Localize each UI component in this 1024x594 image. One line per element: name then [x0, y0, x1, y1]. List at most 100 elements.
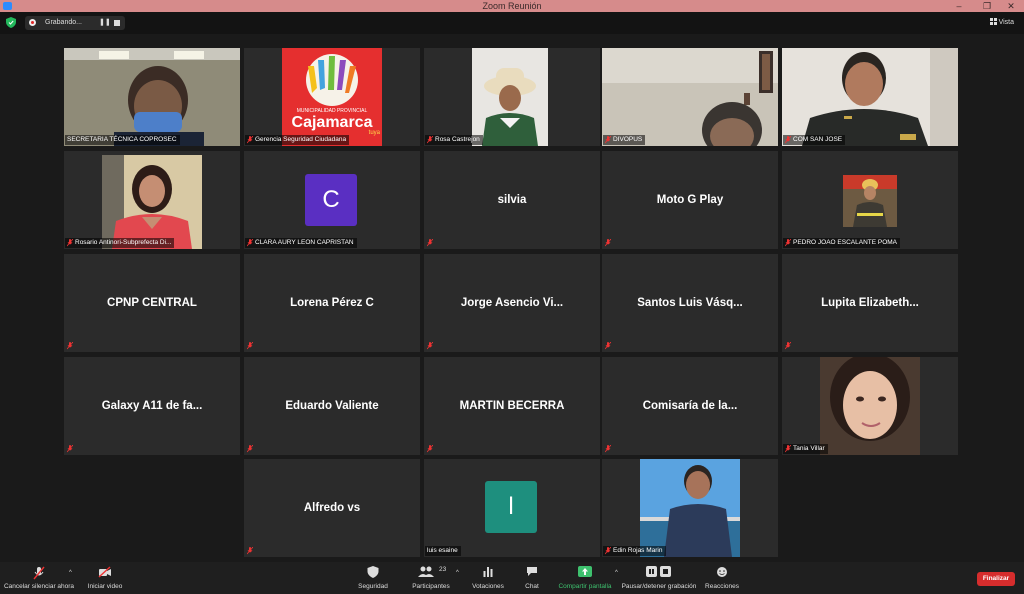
- participant-tile-cpnp[interactable]: CPNP CENTRAL: [64, 254, 240, 352]
- muted-mic-icon: [605, 445, 611, 453]
- participant-display-name: Santos Luis Vásq...: [637, 297, 743, 309]
- start-video-button[interactable]: Iniciar video: [84, 562, 126, 594]
- participant-tile-martin[interactable]: MARTIN BECERRA: [424, 357, 600, 455]
- participant-name-label: CLARA AURY LEON CAPRISTAN: [245, 238, 357, 248]
- participant-tile-edin[interactable]: Edin Rojas Marin: [602, 459, 778, 557]
- participant-name-label: SECRETARIA TÉCNICA COPROSEC: [65, 135, 180, 145]
- muted-mic-icon: [605, 239, 611, 247]
- pause-stop-recording-button[interactable]: Pausar/detener grabación: [620, 562, 698, 594]
- participant-name: Edin Rojas Marin: [613, 547, 663, 554]
- participant-tile-clara[interactable]: C CLARA AURY LEON CAPRISTAN: [244, 151, 420, 249]
- muted-mic-icon: [67, 239, 73, 247]
- maximize-button[interactable]: ❐: [979, 0, 995, 12]
- participants-button[interactable]: 23 ^ Participantes: [406, 562, 459, 594]
- participant-tile-eduardo[interactable]: Eduardo Valiente: [244, 357, 420, 455]
- pause-stop-icon: [646, 566, 671, 577]
- pause-recording-icon[interactable]: ❚❚: [99, 16, 111, 30]
- view-button[interactable]: Vista: [989, 17, 1014, 29]
- reactions-button[interactable]: Reacciones: [704, 562, 740, 594]
- chat-icon: [527, 567, 537, 576]
- participant-name: SECRETARIA TÉCNICA COPROSEC: [67, 136, 177, 143]
- muted-microphone-icon: [33, 566, 45, 580]
- security-button[interactable]: Seguridad: [354, 562, 392, 594]
- minimize-button[interactable]: –: [951, 0, 967, 12]
- participant-tile-galaxy[interactable]: Galaxy A11 de fa...: [64, 357, 240, 455]
- audio-options-caret-icon[interactable]: ^: [69, 570, 72, 576]
- participant-tile-santos[interactable]: Santos Luis Vásq...: [602, 254, 778, 352]
- participant-video: [843, 175, 897, 227]
- participant-display-name: Comisaría de la...: [642, 400, 738, 412]
- encryption-shield-icon[interactable]: [6, 17, 16, 28]
- participant-name: Rosa Castrejon: [435, 136, 480, 143]
- polls-label: Votaciones: [472, 583, 504, 590]
- smiley-icon: [717, 567, 727, 577]
- unmute-label: Cancelar silenciar ahora: [3, 583, 75, 590]
- muted-mic-icon: [247, 445, 253, 453]
- security-label: Seguridad: [358, 583, 388, 590]
- participants-caret-icon[interactable]: ^: [456, 570, 459, 576]
- participant-tile-comisaria[interactable]: Comisaría de la...: [602, 357, 778, 455]
- participant-tile-lupita[interactable]: Lupita Elizabeth...: [782, 254, 958, 352]
- participant-tile-tania[interactable]: Tania Villar: [782, 357, 958, 455]
- participant-tile-comsanjose[interactable]: COM SAN JOSE: [782, 48, 958, 146]
- participant-display-name: Lorena Pérez C: [290, 297, 374, 309]
- participant-name-label: DIVOPUS: [603, 135, 646, 145]
- participant-name: Tania Villar: [793, 445, 825, 452]
- participant-tile-lorena[interactable]: Lorena Pérez C: [244, 254, 420, 352]
- participant-name-label: luis esaine: [425, 546, 461, 556]
- participant-video: [782, 48, 958, 146]
- participant-tile-rosa[interactable]: Rosa Castrejon: [424, 48, 600, 146]
- participant-name: DIVOPUS: [613, 136, 643, 143]
- muted-mic-icon: [427, 342, 433, 350]
- pause-stop-recording-label: Pausar/detener grabación: [621, 583, 697, 590]
- view-label: Vista: [998, 19, 1014, 26]
- participant-name-label: PEDRO JOAO ESCALANTE POMA: [783, 238, 901, 248]
- participant-name: PEDRO JOAO ESCALANTE POMA: [793, 239, 898, 246]
- participant-video: [640, 459, 740, 557]
- bar-chart-icon: [483, 567, 493, 577]
- polls-button[interactable]: Votaciones: [470, 562, 506, 594]
- participant-name-label: Tania Villar: [783, 444, 828, 454]
- muted-mic-icon: [785, 342, 791, 350]
- stop-recording-icon[interactable]: [114, 20, 120, 26]
- shield-icon: [367, 566, 379, 578]
- participant-video: [102, 155, 202, 249]
- municipality-logo: MUNICIPALIDAD PROVINCIAL Cajamarca tuya: [282, 48, 382, 146]
- muted-mic-icon: [247, 239, 253, 247]
- participant-tile-luis[interactable]: l luis esaine: [424, 459, 600, 557]
- close-button[interactable]: ✕: [1003, 0, 1019, 12]
- participant-tile-rosario[interactable]: Rosario Antinori-Subprefecta Di...: [64, 151, 240, 249]
- participant-tile-secretaria[interactable]: SECRETARIA TÉCNICA COPROSEC: [64, 48, 240, 146]
- participant-name: Rosario Antinori-Subprefecta Di...: [75, 239, 172, 246]
- participants-label: Participantes: [412, 583, 450, 590]
- participant-tile-divopus[interactable]: DIVOPUS: [602, 48, 778, 146]
- participant-tile-alfredo[interactable]: Alfredo vs: [244, 459, 420, 557]
- participant-name-label: Edin Rojas Marin: [603, 546, 666, 556]
- participants-count: 23: [439, 566, 447, 573]
- muted-mic-icon: [605, 136, 611, 144]
- start-video-label: Iniciar video: [87, 583, 123, 590]
- end-meeting-button[interactable]: Finalizar: [977, 572, 1015, 586]
- muted-mic-icon: [427, 239, 433, 247]
- participants-icon: [418, 566, 434, 577]
- participant-display-name: Lupita Elizabeth...: [821, 297, 919, 309]
- muted-mic-icon: [67, 342, 73, 350]
- participant-tile-gerencia[interactable]: MUNICIPALIDAD PROVINCIAL Cajamarca tuya …: [244, 48, 420, 146]
- participant-tile-pedro[interactable]: PEDRO JOAO ESCALANTE POMA: [782, 151, 958, 249]
- participant-display-name: silvia: [497, 194, 527, 206]
- unmute-button[interactable]: ^ Cancelar silenciar ahora: [2, 562, 76, 594]
- reactions-label: Reacciones: [705, 583, 739, 590]
- participant-tile-motog[interactable]: Moto G Play: [602, 151, 778, 249]
- participant-tile-jorge[interactable]: Jorge Asencio Vi...: [424, 254, 600, 352]
- muted-mic-icon: [67, 445, 73, 453]
- logo-title: Cajamarca: [291, 114, 373, 131]
- share-options-caret-icon[interactable]: ^: [615, 570, 618, 576]
- share-screen-button[interactable]: ^ Compartir pantalla: [555, 562, 618, 594]
- recording-dot-icon: [29, 19, 36, 26]
- chat-button[interactable]: Chat: [516, 562, 548, 594]
- participant-name-label: Gerencia Seguridad Ciudadana: [245, 135, 350, 145]
- participant-tile-silvia[interactable]: silvia: [424, 151, 600, 249]
- participant-name: Gerencia Seguridad Ciudadana: [255, 136, 347, 143]
- muted-mic-icon: [247, 136, 253, 144]
- muted-mic-icon: [785, 239, 791, 247]
